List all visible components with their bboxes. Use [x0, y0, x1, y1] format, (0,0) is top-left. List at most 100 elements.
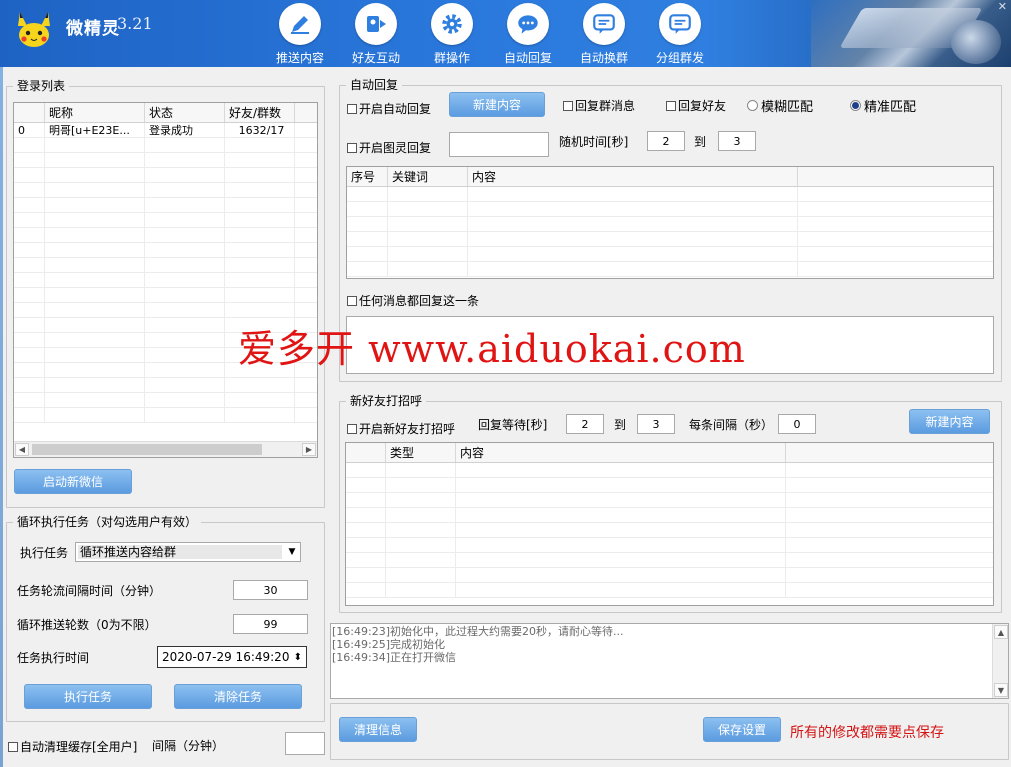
cell [386, 568, 456, 582]
col-seq[interactable]: 序号 [347, 167, 388, 186]
fuzzy-match-label: 模糊匹配 [761, 100, 814, 115]
col-nickname[interactable]: 昵称 [45, 103, 145, 122]
random-to-input[interactable]: 3 [718, 131, 756, 151]
cell [225, 408, 295, 422]
log-output[interactable]: [16:49:23]初始化中，此过程大约需要20秒，请耐心等待... [16:4… [330, 623, 1009, 699]
cell [145, 393, 225, 407]
rounds-input[interactable]: 99 [233, 614, 308, 634]
scroll-down-icon[interactable]: ▼ [994, 683, 1008, 697]
empty-row [347, 217, 993, 232]
cell [145, 288, 225, 302]
scroll-right-icon[interactable]: ▶ [302, 443, 316, 456]
nav-label: 好友互动 [351, 51, 400, 65]
login-table[interactable]: 昵称 状态 好友/群数 0 明哥[u+E23E... 登录成功 1632/17 [13, 102, 318, 458]
greet-title: 新好友打招呼 [346, 394, 427, 408]
turing-input[interactable] [449, 132, 549, 157]
empty-row [347, 232, 993, 247]
run-task-button[interactable]: 执行任务 [24, 684, 152, 709]
task-select[interactable]: 循环推送内容给群 ▼ [75, 542, 301, 562]
enable-auto-reply-checkbox[interactable]: 开启自动回复 [347, 100, 431, 117]
random-from-input[interactable]: 2 [647, 131, 685, 151]
enable-turing-checkbox[interactable]: 开启图灵回复 [347, 139, 431, 156]
window-edge [0, 67, 3, 767]
nav-push-content[interactable]: 推送内容 [262, 0, 338, 67]
exact-match-radio[interactable]: 精准匹配 [850, 96, 916, 115]
col-keyword[interactable]: 关键词 [388, 167, 468, 186]
cell [225, 153, 295, 167]
time-picker[interactable]: 2020-07-29 16:49:20 ⬍ [157, 646, 307, 668]
login-table-rows: 0 明哥[u+E23E... 登录成功 1632/17 [14, 123, 317, 423]
login-table-hscroll[interactable]: ◀ ▶ [14, 441, 317, 457]
cell [14, 213, 45, 227]
log-vscroll[interactable]: ▲ ▼ [992, 624, 1008, 698]
greet-table-rows [346, 463, 993, 598]
cell [386, 523, 456, 537]
row-nickname: 明哥[u+E23E... [45, 123, 145, 137]
spinner-icon[interactable]: ⬍ [294, 652, 302, 663]
nav-auto-reply[interactable]: 自动回复 [490, 0, 566, 67]
cell [45, 228, 145, 242]
pen-icon [279, 3, 321, 45]
greet-table[interactable]: 类型 内容 [345, 442, 994, 606]
wait-label: 回复等待[秒] [478, 418, 548, 432]
col-index [14, 103, 45, 122]
gear-icon [431, 3, 473, 45]
cell [468, 217, 798, 231]
new-greet-button[interactable]: 新建内容 [909, 409, 990, 434]
chat-switch-icon [583, 3, 625, 45]
cell [346, 553, 386, 567]
clear-info-button[interactable]: 清理信息 [339, 717, 417, 742]
scroll-up-icon[interactable]: ▲ [994, 625, 1008, 639]
save-settings-button[interactable]: 保存设置 [703, 717, 781, 742]
task-label: 执行任务 [20, 546, 69, 560]
cell [388, 232, 468, 246]
interval-input[interactable]: 30 [233, 580, 308, 600]
cell [45, 288, 145, 302]
reply-friend-checkbox[interactable]: 回复好友 [666, 97, 726, 114]
col-content[interactable]: 内容 [456, 443, 786, 462]
table-row[interactable]: 0 明哥[u+E23E... 登录成功 1632/17 [14, 123, 317, 138]
cell [388, 187, 468, 201]
wait-to-input[interactable]: 3 [637, 414, 675, 434]
wait-from-input[interactable]: 2 [566, 414, 604, 434]
cell [145, 168, 225, 182]
scroll-left-icon[interactable]: ◀ [15, 443, 29, 456]
cell [145, 138, 225, 152]
checkbox-box [8, 741, 18, 752]
keyword-reply-table[interactable]: 序号 关键词 内容 [346, 166, 994, 279]
nav-group-ops[interactable]: 群操作 [414, 0, 490, 67]
col-counts[interactable]: 好友/群数 [225, 103, 295, 122]
cell [145, 333, 225, 347]
cell [145, 378, 225, 392]
enable-greet-checkbox[interactable]: 开启新好友打招呼 [347, 420, 455, 437]
empty-row [346, 538, 993, 553]
chevron-down-icon[interactable]: ▼ [284, 543, 300, 561]
nav-group-send[interactable]: 分组群发 [642, 0, 718, 67]
new-reply-button[interactable]: 新建内容 [449, 92, 545, 117]
col-content[interactable]: 内容 [468, 167, 798, 186]
clear-task-button[interactable]: 清除任务 [174, 684, 302, 709]
cell [45, 363, 145, 377]
nav-auto-switch-group[interactable]: 自动换群 [566, 0, 642, 67]
col-type[interactable]: 类型 [386, 443, 456, 462]
reply-any-checkbox[interactable]: 任何消息都回复这一条 [347, 292, 479, 309]
log-line: [16:49:34]正在打开微信 [332, 651, 456, 664]
gap-input[interactable]: 0 [778, 414, 816, 434]
fuzzy-match-radio[interactable]: 模糊匹配 [747, 96, 813, 115]
nav-friend-interact[interactable]: 好友互动 [338, 0, 414, 67]
close-icon[interactable]: ✕ [998, 0, 1007, 13]
col-status[interactable]: 状态 [145, 103, 225, 122]
empty-row [14, 288, 317, 303]
start-wechat-button[interactable]: 启动新微信 [14, 469, 132, 494]
scroll-thumb[interactable] [32, 444, 262, 455]
empty-row [14, 153, 317, 168]
cache-interval-input[interactable] [285, 732, 325, 755]
cell [346, 568, 386, 582]
cell [386, 493, 456, 507]
reply-group-checkbox[interactable]: 回复群消息 [563, 97, 635, 114]
login-table-header: 昵称 状态 好友/群数 [14, 103, 317, 123]
cell [346, 493, 386, 507]
auto-clear-cache-checkbox[interactable]: 自动清理缓存[全用户] [8, 738, 137, 755]
cell [225, 393, 295, 407]
cell [45, 273, 145, 287]
